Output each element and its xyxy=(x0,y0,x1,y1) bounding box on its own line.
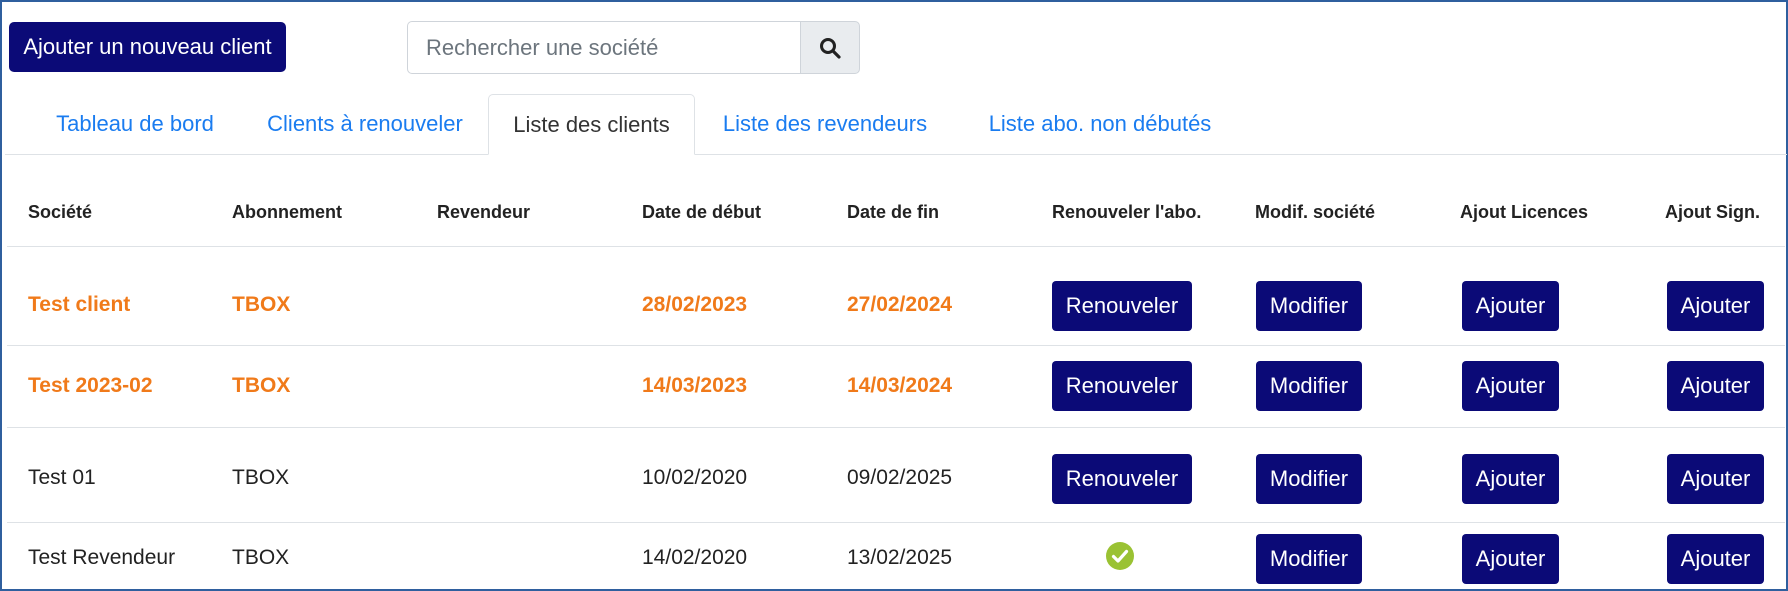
cell-date-debut: 14/02/2020 xyxy=(642,546,748,569)
col-header-date-debut[interactable]: Date de début xyxy=(642,202,761,223)
cell-date-fin: 13/02/2025 xyxy=(847,546,953,569)
modify-company-button[interactable]: Modifier xyxy=(1256,361,1362,411)
tab-liste-abo-non-debutes[interactable]: Liste abo. non débutés xyxy=(955,94,1245,154)
col-header-modif-societe: Modif. société xyxy=(1255,202,1376,222)
tab-liste-des-clients[interactable]: Liste des clients xyxy=(488,94,695,155)
add-licences-button[interactable]: Ajouter xyxy=(1462,281,1559,331)
tab-bar: Tableau de bord Clients à renouveler Lis… xyxy=(5,94,1787,155)
col-header-ajout-licences: Ajout Licences xyxy=(1460,202,1589,222)
add-licences-button[interactable]: Ajouter xyxy=(1462,361,1559,411)
tab-liste-des-revendeurs[interactable]: Liste des revendeurs xyxy=(705,94,945,154)
add-signature-button[interactable]: Ajouter xyxy=(1667,534,1764,584)
modify-company-button[interactable]: Modifier xyxy=(1256,281,1362,331)
cell-date-debut: 14/03/2023 xyxy=(642,374,748,397)
search-input[interactable] xyxy=(407,21,801,74)
add-signature-button[interactable]: Ajouter xyxy=(1667,454,1764,504)
cell-date-fin: 09/02/2025 xyxy=(847,466,953,489)
cell-abonnement: TBOX xyxy=(232,546,290,569)
app-frame: Ajouter un nouveau client Tableau de bor… xyxy=(0,0,1788,591)
row-divider xyxy=(7,246,1785,247)
add-licences-button[interactable]: Ajouter xyxy=(1462,534,1559,584)
modify-company-button[interactable]: Modifier xyxy=(1256,454,1362,504)
renew-button[interactable]: Renouveler xyxy=(1052,281,1192,331)
cell-societe: Test Revendeur xyxy=(28,546,176,569)
cell-societe: Test client xyxy=(28,293,131,316)
tab-clients-a-renouveler[interactable]: Clients à renouveler xyxy=(250,94,480,154)
row-divider xyxy=(7,427,1785,428)
col-header-date-fin[interactable]: Date de fin xyxy=(847,202,939,223)
col-header-societe[interactable]: Société xyxy=(28,202,92,223)
cell-date-fin: 27/02/2024 xyxy=(847,293,953,316)
cell-abonnement: TBOX xyxy=(232,466,290,489)
search-button[interactable] xyxy=(800,21,860,74)
renew-button[interactable]: Renouveler xyxy=(1052,454,1192,504)
search-icon xyxy=(820,38,841,59)
cell-date-debut: 10/02/2020 xyxy=(642,466,748,489)
cell-date-fin: 14/03/2024 xyxy=(847,374,953,397)
cell-societe: Test 01 xyxy=(28,466,96,489)
col-header-ajout-sign: Ajout Sign. xyxy=(1665,202,1760,222)
col-header-renouveler: Renouveler l'abo. xyxy=(1052,202,1202,222)
col-header-abonnement[interactable]: Abonnement xyxy=(232,202,342,223)
row-divider xyxy=(7,522,1785,523)
cell-abonnement: TBOX xyxy=(232,293,291,316)
add-signature-button[interactable]: Ajouter xyxy=(1667,361,1764,411)
col-header-revendeur[interactable]: Revendeur xyxy=(437,202,530,223)
cell-date-debut: 28/02/2023 xyxy=(642,293,748,316)
add-signature-button[interactable]: Ajouter xyxy=(1667,281,1764,331)
row-divider xyxy=(7,345,1785,346)
modify-company-button[interactable]: Modifier xyxy=(1256,534,1362,584)
search-bar xyxy=(407,21,861,74)
renew-button[interactable]: Renouveler xyxy=(1052,361,1192,411)
add-new-client-button[interactable]: Ajouter un nouveau client xyxy=(9,22,286,72)
tab-tableau-de-bord[interactable]: Tableau de bord xyxy=(30,94,240,154)
add-licences-button[interactable]: Ajouter xyxy=(1462,454,1559,504)
cell-societe: Test 2023-02 xyxy=(28,374,153,397)
check-circle-icon xyxy=(1106,542,1134,570)
cell-abonnement: TBOX xyxy=(232,374,291,397)
